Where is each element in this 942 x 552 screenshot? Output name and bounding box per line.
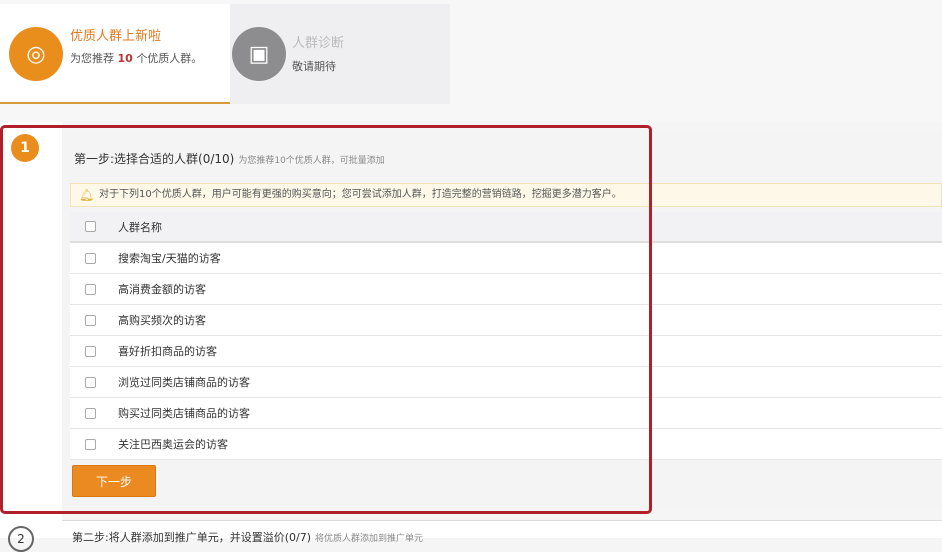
highlight-frame (0, 125, 652, 514)
top-banner: ◎ 优质人群上新啦 为您推荐 10 个优质人群。 ▣ 人群诊断 敬请期待 (0, 0, 942, 122)
diagnosis-icon: ▣ (232, 27, 286, 81)
card-audience-diagnosis[interactable]: ▣ 人群诊断 敬请期待 (230, 4, 450, 104)
card-title: 优质人群上新啦 (70, 29, 162, 44)
fingerprint-icon: ◎ (9, 27, 63, 81)
card-desc: 敬请期待 (292, 60, 336, 73)
step2-badge: 2 (8, 526, 34, 552)
card-desc: 为您推荐 10 个优质人群。 (70, 52, 203, 65)
step2-subtitle: 将优质人群添加到推广单元 (315, 534, 424, 544)
card-title: 人群诊断 (292, 36, 345, 51)
card-quality-audience[interactable]: ◎ 优质人群上新啦 为您推荐 10 个优质人群。 (0, 4, 230, 104)
step2-header: 第二步:将人群添加到推广单元，并设置溢价(0/7) 将优质人群添加到推广单元 (62, 520, 942, 544)
